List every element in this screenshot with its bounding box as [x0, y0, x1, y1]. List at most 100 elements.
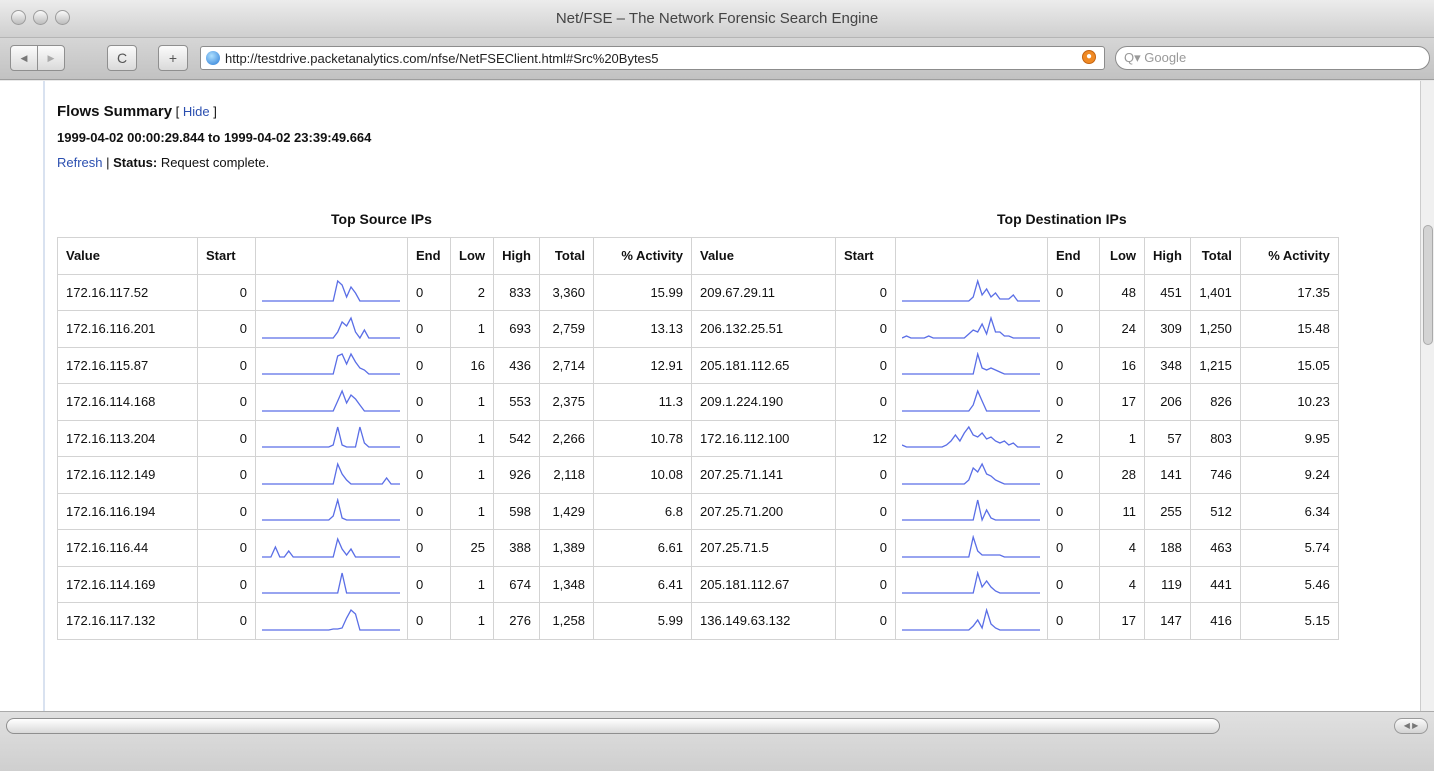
dst-cell-value[interactable]: 136.149.63.132 — [691, 602, 836, 640]
src-cell-value[interactable]: 172.16.113.204 — [57, 419, 198, 457]
add-bookmark-button[interactable]: + — [158, 45, 188, 71]
src-cell-total: 2,266 — [539, 419, 594, 457]
dst-cell-activity: 15.48 — [1239, 310, 1339, 348]
dst-cell-start: 0 — [835, 273, 896, 311]
src-cell-high: 388 — [493, 529, 540, 567]
src-cell-value[interactable]: 172.16.112.149 — [57, 456, 198, 494]
dst-sparkline-cell — [895, 565, 1048, 603]
vertical-scroll-thumb[interactable] — [1423, 225, 1433, 345]
dst-cell-value[interactable]: 209.67.29.11 — [691, 273, 836, 311]
dst-col-start[interactable]: Start — [835, 237, 896, 275]
forward-button[interactable]: ▶ — [37, 45, 65, 71]
dst-sparkline-cell — [895, 529, 1048, 567]
top-source-ips-caption: Top Source IPs — [331, 211, 432, 227]
scroll-arrows-icon[interactable]: ◀ ▶ — [1394, 718, 1428, 734]
src-cell-high: 926 — [493, 456, 540, 494]
dst-cell-value[interactable]: 207.25.71.200 — [691, 492, 836, 530]
dst-sparkline-cell — [895, 383, 1048, 421]
src-cell-value[interactable]: 172.16.117.52 — [57, 273, 198, 311]
src-cell-value[interactable]: 172.16.117.132 — [57, 602, 198, 640]
dst-cell-value[interactable]: 206.132.25.51 — [691, 310, 836, 348]
dst-cell-high: 348 — [1144, 346, 1191, 384]
plus-icon: + — [168, 50, 178, 66]
dst-sparkline-path — [902, 462, 1040, 485]
vertical-scrollbar[interactable] — [1420, 81, 1434, 711]
window-title: Net/FSE – The Network Forensic Search En… — [555, 10, 879, 27]
src-col-start[interactable]: Start — [197, 237, 256, 275]
back-arrow-icon: ◀ — [20, 52, 28, 63]
dst-activity-sparkline — [902, 500, 1040, 523]
src-cell-activity: 12.91 — [593, 346, 692, 384]
dst-col-activity[interactable]: % Activity — [1239, 237, 1339, 275]
url-field[interactable]: http://testdrive.packetanalytics.com/nfs… — [200, 46, 1105, 70]
dst-activity-sparkline — [902, 571, 1040, 594]
dst-col-value[interactable]: Value — [691, 237, 836, 275]
src-cell-activity: 6.41 — [593, 565, 692, 603]
dst-cell-start: 12 — [835, 419, 896, 457]
src-cell-value[interactable]: 172.16.115.87 — [57, 346, 198, 384]
src-cell-value[interactable]: 172.16.116.44 — [57, 529, 198, 567]
dst-cell-start: 0 — [835, 602, 896, 640]
dst-cell-end: 0 — [1047, 565, 1100, 603]
src-cell-end: 0 — [407, 383, 451, 421]
dst-cell-end: 0 — [1047, 529, 1100, 567]
dst-col-end[interactable]: End — [1047, 237, 1100, 275]
src-cell-low: 1 — [450, 492, 494, 530]
hide-link[interactable]: Hide — [183, 104, 210, 119]
src-cell-low: 25 — [450, 529, 494, 567]
dst-cell-value[interactable]: 172.16.112.100 — [691, 419, 836, 457]
dst-cell-value[interactable]: 205.181.112.65 — [691, 346, 836, 384]
dst-cell-value[interactable]: 207.25.71.5 — [691, 529, 836, 567]
dst-col-total[interactable]: Total — [1189, 237, 1241, 275]
reload-button[interactable]: C — [107, 45, 137, 71]
refresh-link[interactable]: Refresh — [57, 155, 103, 170]
rss-feed-icon[interactable]: ● — [1082, 50, 1096, 64]
horizontal-scrollbar[interactable]: ◀ ▶ — [0, 711, 1434, 771]
src-cell-total: 1,389 — [539, 529, 594, 567]
dst-col-low[interactable]: Low — [1099, 237, 1145, 275]
src-sparkline-cell — [255, 529, 408, 567]
src-cell-value[interactable]: 172.16.116.194 — [57, 492, 198, 530]
src-cell-low: 1 — [450, 383, 494, 421]
dst-sparkline-path — [902, 500, 1040, 523]
src-cell-low: 2 — [450, 273, 494, 311]
dst-cell-low: 1 — [1099, 419, 1145, 457]
src-col-high[interactable]: High — [493, 237, 540, 275]
dst-cell-value[interactable]: 207.25.71.141 — [691, 456, 836, 494]
src-col-low[interactable]: Low — [450, 237, 494, 275]
src-cell-activity: 13.13 — [593, 310, 692, 348]
src-cell-end: 0 — [407, 456, 451, 494]
dst-cell-low: 4 — [1099, 529, 1145, 567]
dst-col-high[interactable]: High — [1144, 237, 1191, 275]
src-cell-value[interactable]: 172.16.114.169 — [57, 565, 198, 603]
dst-cell-total: 826 — [1189, 383, 1241, 421]
dst-cell-low: 28 — [1099, 456, 1145, 494]
src-col-end[interactable]: End — [407, 237, 451, 275]
dst-cell-low: 24 — [1099, 310, 1145, 348]
src-col-total[interactable]: Total — [539, 237, 594, 275]
src-cell-value[interactable]: 172.16.116.201 — [57, 310, 198, 348]
back-button[interactable]: ◀ — [10, 45, 38, 71]
src-sparkline-path — [262, 352, 400, 375]
table-row: 172.16.117.132 0 0 1 276 1,258 5.99 136.149.63.… — [57, 602, 1339, 640]
horizontal-scroll-thumb[interactable] — [6, 718, 1220, 734]
dst-cell-value[interactable]: 205.181.112.67 — [691, 565, 836, 603]
dst-cell-value[interactable]: 209.1.224.190 — [691, 383, 836, 421]
status-text: Request complete. — [157, 155, 270, 170]
table-row: 172.16.116.194 0 0 1 598 1,429 6.8 207.25.71.20… — [57, 492, 1339, 530]
dst-cell-high: 206 — [1144, 383, 1191, 421]
title-bar: Net/FSE – The Network Forensic Search En… — [0, 0, 1434, 38]
forward-arrow-icon: ▶ — [47, 52, 55, 63]
dst-cell-end: 0 — [1047, 456, 1100, 494]
src-cell-value[interactable]: 172.16.114.168 — [57, 383, 198, 421]
dst-cell-total: 803 — [1189, 419, 1241, 457]
src-cell-total: 2,375 — [539, 383, 594, 421]
src-sparkline-path — [262, 573, 400, 594]
src-activity-sparkline — [262, 498, 400, 521]
page-viewport: Flows Summary [ Hide ] 1999-04-02 00:00:… — [0, 81, 1434, 711]
src-col-value[interactable]: Value — [57, 237, 198, 275]
top-destination-ips-caption: Top Destination IPs — [997, 211, 1127, 227]
src-col-activity[interactable]: % Activity — [593, 237, 692, 275]
search-field[interactable]: Q▾ Google — [1115, 46, 1430, 70]
src-sparkline-path — [262, 389, 400, 412]
